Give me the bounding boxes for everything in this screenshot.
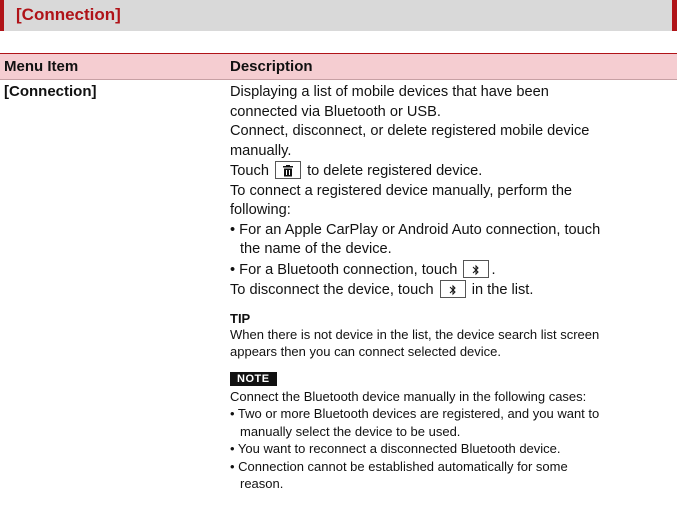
bluetooth-icon: [463, 259, 490, 278]
desc-text: To disconnect the device, touch: [230, 282, 434, 298]
desc-line: Touch to delete registered device.: [230, 161, 667, 182]
note-bullet: • Connection cannot be established autom…: [230, 458, 568, 474]
desc-text: to delete registered device.: [307, 163, 483, 179]
desc-text: • For a Bluetooth connection, touch: [230, 261, 458, 278]
desc-line: the name of the device.: [240, 241, 392, 257]
desc-text: Touch: [230, 163, 269, 179]
desc-line: manually.: [230, 142, 292, 159]
desc-line: connected via Bluetooth or USB.: [230, 103, 441, 120]
desc-line: • For a Bluetooth connection, touch .: [230, 259, 667, 281]
desc-text: .: [491, 261, 496, 278]
description-header: Description: [224, 53, 677, 80]
tip-line: When there is not device in the list, th…: [230, 326, 600, 342]
bluetooth-icon: [439, 280, 466, 298]
section-header: [Connection]: [0, 0, 677, 31]
note-line: Connect the Bluetooth device manually in…: [230, 388, 587, 404]
tip-label: TIP: [230, 310, 251, 326]
tip-line: appears then you can connect selected de…: [230, 344, 502, 359]
desc-line: To connect a registered device manually,…: [230, 182, 573, 199]
section-title: [Connection]: [16, 5, 121, 24]
note-badge: NOTE: [230, 371, 277, 386]
desc-line: To disconnect the device, touch in the l…: [230, 280, 667, 301]
note-bullet: • You want to reconnect a disconnected B…: [230, 441, 561, 456]
table-row: [Connection] Displaying a list of mobile…: [0, 80, 677, 493]
menu-table: Menu Item Description [Connection] Displ…: [0, 53, 677, 493]
trash-icon: [275, 161, 302, 179]
note-bullet-cont: reason.: [240, 476, 284, 491]
desc-line: following:: [230, 202, 291, 218]
desc-text: in the list.: [471, 282, 534, 298]
header-accent-bar: [672, 0, 677, 31]
note-bullet-cont: manually select the device to be used.: [240, 423, 461, 439]
note-bullet: • Two or more Bluetooth devices are regi…: [230, 406, 600, 421]
description-cell: Displaying a list of mobile devices that…: [224, 80, 677, 493]
desc-line: Connect, disconnect, or delete registere…: [230, 123, 590, 139]
menu-item-header: Menu Item: [0, 53, 224, 80]
table-header-row: Menu Item Description: [0, 53, 677, 80]
menu-item-cell: [Connection]: [4, 83, 97, 100]
desc-line: Displaying a list of mobile devices that…: [230, 84, 549, 100]
desc-line: • For an Apple CarPlay or Android Auto c…: [230, 221, 601, 238]
